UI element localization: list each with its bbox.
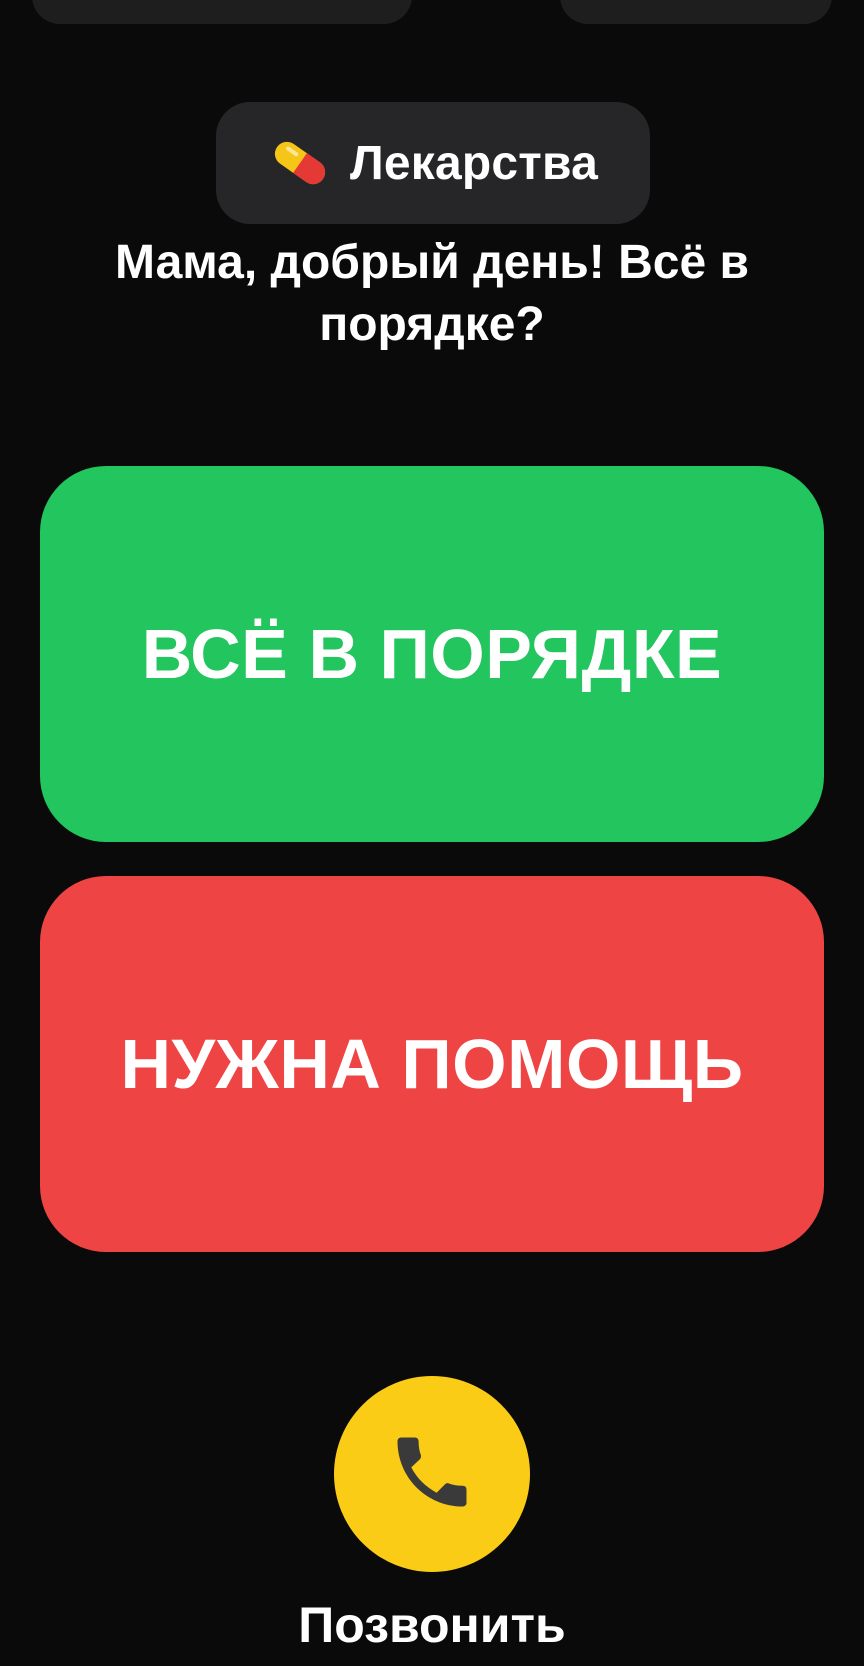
top-card-right[interactable] xyxy=(560,0,832,24)
need-help-button-label: НУЖНА ПОМОЩЬ xyxy=(120,1025,744,1103)
all-ok-button-label: ВСЁ В ПОРЯДКЕ xyxy=(141,615,723,693)
greeting-text: Мама, добрый день! Всё в порядке? xyxy=(115,236,749,351)
medications-chip-label: Лекарства xyxy=(350,136,598,190)
all-ok-button[interactable]: ВСЁ В ПОРЯДКЕ xyxy=(40,466,824,842)
phone-icon xyxy=(386,1426,478,1523)
medications-chip[interactable]: Лекарства xyxy=(216,102,650,224)
top-card-left[interactable] xyxy=(32,0,412,24)
call-label: Позвонить xyxy=(298,1597,566,1653)
pill-icon xyxy=(268,131,332,195)
call-button[interactable] xyxy=(334,1376,530,1572)
need-help-button[interactable]: НУЖНА ПОМОЩЬ xyxy=(40,876,824,1252)
